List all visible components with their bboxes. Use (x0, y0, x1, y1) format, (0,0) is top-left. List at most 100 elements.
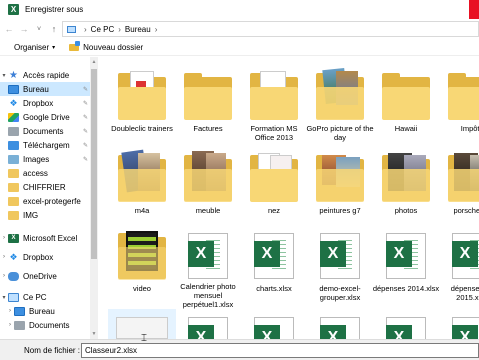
command-bar: Organiser ▾ Nouveau dossier (0, 39, 479, 56)
sidebar-item-label: Documents (23, 126, 64, 136)
organize-button[interactable]: Organiser ▾ (14, 43, 55, 52)
file-item-m4a[interactable]: m4a (108, 147, 176, 231)
file-item-depenses-2014[interactable]: X dépenses 2014.xlsx (372, 225, 440, 309)
file-list: Doubleclic trainers Factures Formation M… (100, 57, 479, 339)
pc-icon (67, 25, 76, 33)
file-item-calendrier-photo[interactable]: X Calendrier photo mensuel perpétuel1.xl… (174, 225, 242, 309)
file-label: Calendrier photo mensuel perpétuel1.xlsx (180, 282, 236, 309)
address-bar[interactable]: › Ce PC › Bureau › (62, 21, 479, 37)
sidebar-item-telechargements[interactable]: Téléchargem ✎ (0, 138, 90, 152)
new-folder-icon (69, 40, 81, 51)
file-item-partial[interactable]: X (372, 309, 440, 339)
sidebar-item-label: Google Drive (23, 112, 70, 122)
excel-icon: X (8, 233, 19, 243)
desktop-icon (14, 306, 25, 316)
file-label: Doubleclic trainers (111, 124, 173, 133)
file-label: porsche 91 (453, 206, 479, 215)
sidebar-item-label: CHIFFRIER (23, 182, 66, 192)
sidebar-item-dropbox[interactable]: ❖ Dropbox ✎ (0, 96, 90, 110)
chevron-right-icon[interactable]: › (0, 235, 8, 241)
file-item-hawaii[interactable]: Hawaii (372, 65, 440, 149)
folder-icon (380, 67, 432, 121)
scroll-down-icon[interactable]: ▼ (90, 329, 98, 339)
file-item-depenses-2015[interactable]: X dépenses im 2015.xlsx (438, 225, 479, 309)
breadcrumb-ce-pc[interactable]: Ce PC (91, 25, 115, 34)
sidebar-item-access[interactable]: access (0, 166, 90, 180)
file-item-peintures-g7[interactable]: peintures g7 (306, 147, 374, 231)
new-folder-button[interactable]: Nouveau dossier (69, 40, 143, 52)
title-bar: X Enregistrer sous (0, 0, 479, 19)
scroll-up-icon[interactable]: ▲ (90, 57, 98, 67)
filename-label: Nom de fichier : (24, 345, 81, 355)
breadcrumb-bureau[interactable]: Bureau (125, 25, 151, 34)
file-label: m4a (134, 206, 150, 215)
file-item-video[interactable]: video (108, 225, 176, 309)
pin-icon: ✎ (82, 86, 88, 93)
file-label: peintures g7 (319, 206, 361, 215)
sidebar-item-images[interactable]: Images ✎ (0, 152, 90, 166)
sidebar-item-google-drive[interactable]: Google Drive ✎ (0, 110, 90, 124)
sidebar-item-microsoft-excel[interactable]: › X Microsoft Excel (0, 231, 90, 245)
chevron-right-icon[interactable]: › (0, 273, 8, 279)
sidebar-item-label: Microsoft Excel (23, 233, 78, 243)
sidebar-item-label: access (23, 168, 48, 178)
excel-file-icon: X (446, 311, 479, 339)
chevron-down-icon[interactable]: ▾ (0, 72, 8, 79)
sidebar-item-ce-pc[interactable]: ▾ Ce PC (0, 290, 90, 304)
filename-input[interactable] (81, 343, 479, 358)
file-item-demo-excel-grouper[interactable]: X demo-excel-grouper.xlsx (306, 225, 374, 309)
sidebar-item-label: Ce PC (23, 292, 47, 302)
window-title: Enregistrer sous (25, 5, 84, 14)
file-item-factures[interactable]: Factures (174, 65, 242, 149)
sidebar-item-ce-pc-documents[interactable]: › Documents (0, 318, 90, 332)
chevron-right-icon[interactable]: › (6, 322, 14, 328)
file-item-partial[interactable]: X (174, 309, 242, 339)
pin-icon: ✎ (82, 156, 88, 163)
up-button[interactable]: ↑ (48, 21, 60, 37)
file-item-gopro[interactable]: GoPro picture of the day (306, 65, 374, 149)
sidebar-scrollbar[interactable]: ▲ ▼ (90, 57, 98, 339)
sidebar-item-label: OneDrive (23, 271, 57, 281)
navigation-pane: ▾ ★ Accès rapide Bureau ✎ ❖ Dropbox ✎ Go… (0, 57, 98, 339)
chevron-right-icon[interactable]: › (0, 254, 8, 260)
file-item-photos[interactable]: photos (372, 147, 440, 231)
sidebar-item-label: Images (23, 154, 50, 164)
close-button[interactable] (469, 0, 479, 19)
file-item-formation-ms-office[interactable]: Formation MS Office 2013 (240, 65, 308, 149)
folder-icon (314, 149, 366, 203)
chevron-down-icon[interactable]: ▾ (0, 294, 8, 301)
file-item-partial[interactable]: X (438, 309, 479, 339)
breadcrumb-separator: › (154, 24, 158, 34)
file-label: GoPro picture of the day (306, 124, 374, 142)
sidebar-item-ce-pc-bureau[interactable]: › Bureau (0, 304, 90, 318)
sidebar-item-bureau[interactable]: Bureau ✎ (0, 82, 90, 96)
dropbox-icon: ❖ (9, 97, 18, 108)
file-label: Formation MS Office 2013 (250, 124, 298, 142)
forward-button[interactable]: → (18, 21, 30, 37)
file-item-doubleclic-trainers[interactable]: Doubleclic trainers (108, 65, 176, 149)
file-item-porsche[interactable]: porsche 91 (438, 147, 479, 231)
sidebar-item-documents[interactable]: Documents ✎ (0, 124, 90, 138)
file-label: photos (394, 206, 418, 215)
sidebar-item-acces-rapide[interactable]: ▾ ★ Accès rapide (0, 68, 90, 82)
chevron-right-icon[interactable]: › (6, 308, 14, 314)
sidebar-item-chiffrier[interactable]: CHIFFRIER (0, 180, 90, 194)
excel-file-icon: X (248, 227, 300, 281)
file-item-partial[interactable]: X (306, 309, 374, 339)
file-item-nez[interactable]: nez (240, 147, 308, 231)
file-label: meuble (195, 206, 221, 215)
file-item-meuble[interactable]: meuble (174, 147, 242, 231)
sidebar-scroll-thumb[interactable] (91, 69, 97, 259)
folder-icon (8, 196, 19, 206)
back-button[interactable]: ← (3, 21, 15, 37)
sidebar-item-onedrive[interactable]: › OneDrive (0, 269, 90, 283)
recent-locations-button[interactable]: ˅ (33, 21, 45, 37)
sidebar-item-excel-protegerfe[interactable]: excel-protegerfe (0, 194, 90, 208)
file-item-charts[interactable]: X charts.xlsx (240, 225, 308, 309)
file-item-partial[interactable]: X (240, 309, 308, 339)
file-item-impots[interactable]: Impôts (438, 65, 479, 149)
documents-icon (14, 320, 25, 330)
sidebar-item-dropbox-root[interactable]: › ❖ Dropbox (0, 250, 90, 264)
sidebar-item-img[interactable]: IMG (0, 208, 90, 222)
folder-icon (446, 67, 479, 121)
